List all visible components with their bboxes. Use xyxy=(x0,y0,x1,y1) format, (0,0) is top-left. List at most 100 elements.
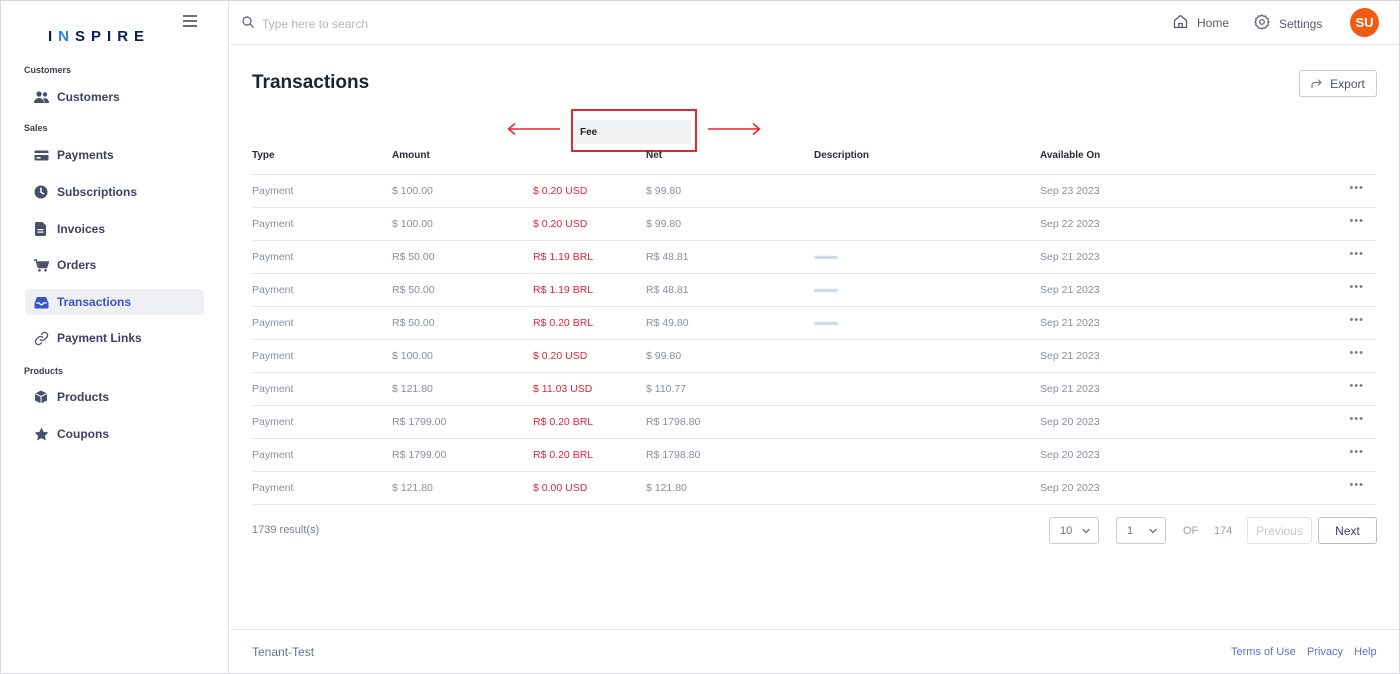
cell-fee: $ 0.20 USD xyxy=(533,218,588,230)
box-icon xyxy=(33,389,49,405)
cell-net: R$ 48.81 xyxy=(646,284,689,296)
row-more-icon[interactable]: ••• xyxy=(1349,479,1364,491)
row-more-icon[interactable]: ••• xyxy=(1349,215,1364,227)
table-row[interactable]: Payment $ 100.00 $ 0.20 USD $ 99.80 Sep … xyxy=(252,208,1376,241)
brand-logo[interactable]: INSPIRE xyxy=(48,28,150,45)
sidebar-item-transactions[interactable]: Transactions xyxy=(25,289,204,315)
table-row[interactable]: Payment R$ 50.00 R$ 1.19 BRL R$ 48.81 Se… xyxy=(252,274,1376,307)
sidebar-item-payment-links[interactable]: Payment Links xyxy=(25,325,204,351)
sidebar-item-label: Subscriptions xyxy=(57,185,138,199)
gear-icon xyxy=(1254,14,1270,33)
sidebar-item-orders[interactable]: Orders xyxy=(25,252,204,278)
cell-description-redacted xyxy=(814,289,838,292)
cell-available-on: Sep 20 2023 xyxy=(1040,482,1100,494)
star-icon xyxy=(33,426,49,442)
privacy-link[interactable]: Privacy xyxy=(1307,646,1343,658)
cell-amount: R$ 1799.00 xyxy=(392,449,447,461)
page-number-value: 1 xyxy=(1127,524,1134,537)
cell-net: $ 121.80 xyxy=(646,482,687,494)
fee-column-header[interactable]: Fee xyxy=(575,120,691,144)
sidebar-item-invoices[interactable]: Invoices xyxy=(25,216,204,242)
column-header-type[interactable]: Type xyxy=(252,150,275,161)
annotation-left-arrow xyxy=(507,122,560,136)
of-label: OF xyxy=(1183,525,1199,537)
export-label: Export xyxy=(1330,76,1365,91)
cell-available-on: Sep 21 2023 xyxy=(1040,317,1100,329)
table-row[interactable]: Payment R$ 50.00 R$ 0.20 BRL R$ 49.80 Se… xyxy=(252,307,1376,340)
table-row[interactable]: Payment R$ 1799.00 R$ 0.20 BRL R$ 1798.8… xyxy=(252,406,1376,439)
column-header-net[interactable]: Net xyxy=(646,150,662,161)
next-button[interactable]: Next xyxy=(1318,517,1377,544)
table-row[interactable]: Payment R$ 1799.00 R$ 0.20 BRL R$ 1798.8… xyxy=(252,439,1376,472)
user-avatar[interactable]: SU xyxy=(1350,8,1379,37)
clock-icon xyxy=(33,184,49,200)
cell-amount: $ 100.00 xyxy=(392,350,433,362)
table-row[interactable]: Payment $ 100.00 $ 0.20 USD $ 99.80 Sep … xyxy=(252,340,1376,373)
settings-link[interactable]: Settings xyxy=(1254,14,1322,33)
cell-type: Payment xyxy=(252,350,294,362)
footer-divider xyxy=(230,629,1399,630)
cell-type: Payment xyxy=(252,284,294,296)
cell-amount: R$ 50.00 xyxy=(392,284,435,296)
cell-amount: R$ 1799.00 xyxy=(392,416,447,428)
cell-description-redacted xyxy=(814,256,838,259)
column-header-amount[interactable]: Amount xyxy=(392,150,430,161)
row-more-icon[interactable]: ••• xyxy=(1349,347,1364,359)
cell-net: R$ 1798.80 xyxy=(646,449,701,461)
row-more-icon[interactable]: ••• xyxy=(1349,446,1364,458)
home-label: Home xyxy=(1197,16,1230,30)
document-icon xyxy=(33,221,49,237)
sidebar-item-subscriptions[interactable]: Subscriptions xyxy=(25,179,204,205)
cell-fee: R$ 1.19 BRL xyxy=(533,251,594,263)
row-more-icon[interactable]: ••• xyxy=(1349,281,1364,293)
row-more-icon[interactable]: ••• xyxy=(1349,182,1364,194)
credit-card-icon xyxy=(33,147,49,163)
column-header-available-on[interactable]: Available On xyxy=(1040,150,1100,161)
cell-available-on: Sep 22 2023 xyxy=(1040,218,1100,230)
export-arrow-icon xyxy=(1311,77,1322,91)
page-size-select[interactable]: 10 xyxy=(1049,517,1099,544)
sidebar-item-label: Payment Links xyxy=(57,331,142,345)
previous-button[interactable]: Previous xyxy=(1247,517,1312,544)
sidebar-section-sales: Sales xyxy=(24,123,48,133)
help-link[interactable]: Help xyxy=(1354,646,1377,658)
home-icon xyxy=(1173,14,1188,32)
cell-fee: $ 0.00 USD xyxy=(533,482,588,494)
search-input[interactable] xyxy=(262,17,562,31)
row-more-icon[interactable]: ••• xyxy=(1349,314,1364,326)
table-row[interactable]: Payment R$ 50.00 R$ 1.19 BRL R$ 48.81 Se… xyxy=(252,241,1376,274)
home-link[interactable]: Home xyxy=(1173,14,1229,32)
row-more-icon[interactable]: ••• xyxy=(1349,248,1364,260)
sidebar-item-label: Transactions xyxy=(57,295,132,309)
sidebar-item-products[interactable]: Products xyxy=(25,384,204,410)
cell-net: R$ 1798.80 xyxy=(646,416,701,428)
cell-fee: R$ 0.20 BRL xyxy=(533,449,594,461)
sidebar-section-customers: Customers xyxy=(24,65,72,75)
sidebar-item-coupons[interactable]: Coupons xyxy=(25,421,204,447)
page-number-select[interactable]: 1 xyxy=(1116,517,1166,544)
cell-type: Payment xyxy=(252,251,294,263)
search-bar xyxy=(242,15,562,33)
cell-net: R$ 48.81 xyxy=(646,251,689,263)
cell-net: $ 99.80 xyxy=(646,218,682,230)
sidebar-item-label: Customers xyxy=(57,90,120,104)
row-more-icon[interactable]: ••• xyxy=(1349,413,1364,425)
cell-amount: R$ 50.00 xyxy=(392,317,435,329)
results-count: 1739 result(s) xyxy=(252,524,320,536)
table-row[interactable]: Payment $ 121.80 $ 11.03 USD $ 110.77 Se… xyxy=(252,373,1376,406)
tenant-name: Tenant-Test xyxy=(252,645,315,659)
row-more-icon[interactable]: ••• xyxy=(1349,380,1364,392)
terms-of-use-link[interactable]: Terms of Use xyxy=(1231,646,1296,658)
sidebar-item-customers[interactable]: Customers xyxy=(25,84,204,110)
cell-net: R$ 49.80 xyxy=(646,317,689,329)
table-row[interactable]: Payment $ 100.00 $ 0.20 USD $ 99.80 Sep … xyxy=(252,175,1376,208)
export-button[interactable]: Export xyxy=(1299,70,1377,97)
cell-fee: R$ 1.19 BRL xyxy=(533,284,594,296)
page-title: Transactions xyxy=(252,72,370,93)
cell-available-on: Sep 21 2023 xyxy=(1040,251,1100,263)
cell-net: $ 110.77 xyxy=(646,383,687,395)
sidebar-item-payments[interactable]: Payments xyxy=(25,142,204,168)
table-row[interactable]: Payment $ 121.80 $ 0.00 USD $ 121.80 Sep… xyxy=(252,472,1376,505)
column-header-description[interactable]: Description xyxy=(814,150,869,161)
menu-toggle-icon[interactable] xyxy=(183,15,197,27)
